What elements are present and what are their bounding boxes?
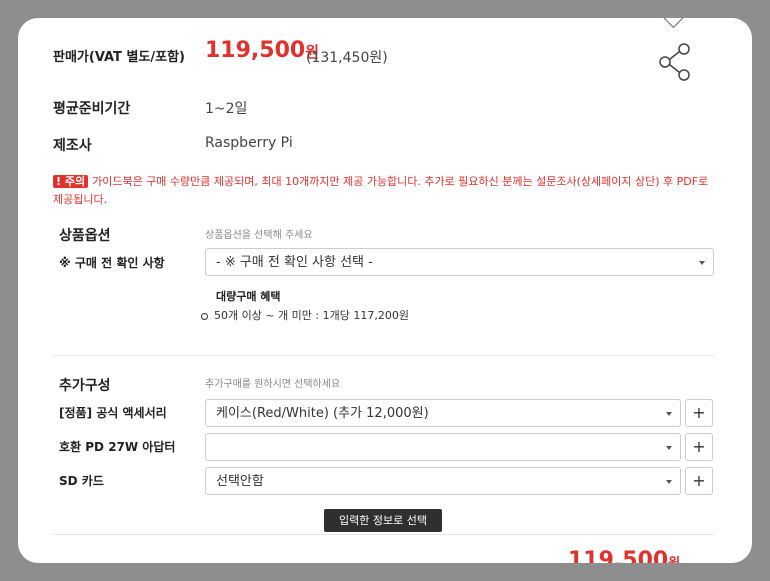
total-price-amount: 119,500 xyxy=(568,548,669,563)
price-label: 판매가(VAT 별도/포함) xyxy=(53,50,185,65)
dropdown-arrow-icon xyxy=(666,446,672,450)
maker-value: Raspberry Pi xyxy=(205,135,293,151)
bulk-title: 대량구매 혜택 xyxy=(216,290,281,303)
sd-card-select[interactable]: 선택안함 xyxy=(205,467,681,495)
options-row-label: ※ 구매 전 확인 사항 xyxy=(59,256,165,270)
price-main: 119,500원 xyxy=(205,38,319,63)
add-sd-card-button[interactable]: + xyxy=(685,467,713,495)
purchase-check-select-value: - ※ 구매 전 확인 사항 선택 - xyxy=(216,255,373,270)
extra-row-label-sd: SD 카드 xyxy=(59,474,104,488)
add-adapter-button[interactable]: + xyxy=(685,433,713,461)
extra-row-label-accessory: [정품] 공식 액세서리 xyxy=(59,406,167,420)
purchase-check-select[interactable]: - ※ 구매 전 확인 사항 선택 - xyxy=(205,248,714,276)
options-hint: 상품옵션을 선택해 주세요 xyxy=(205,230,313,241)
extras-hint: 추가구매를 원하시면 선택하세요 xyxy=(205,379,341,390)
price-amount: 119,500 xyxy=(205,38,306,63)
notice-body: 가이드북은 구매 수량만큼 제공되며, 최대 10개까지만 제공 가능합니다. … xyxy=(53,175,709,206)
extras-title: 추가구성 xyxy=(59,378,111,394)
maker-label: 제조사 xyxy=(53,138,92,154)
total-price: 119,500원 xyxy=(568,548,680,563)
accessory-select-value: 케이스(Red/White) (추가 12,000원) xyxy=(216,406,429,421)
options-title: 상품옵션 xyxy=(59,228,111,244)
prep-value: 1~2일 xyxy=(205,101,248,117)
add-accessory-button[interactable]: + xyxy=(685,399,713,427)
dropdown-arrow-icon xyxy=(666,412,672,416)
notice-text: ! 주의 가이드북은 구매 수량만큼 제공되며, 최대 10개까지만 제공 가능합… xyxy=(53,173,713,209)
divider xyxy=(53,355,714,356)
apply-selection-button[interactable]: 입력한 정보로 선택 xyxy=(324,509,442,532)
dropdown-arrow-icon xyxy=(666,480,672,484)
prep-label: 평균준비기간 xyxy=(53,101,131,117)
notice-tag: ! 주의 xyxy=(53,175,89,188)
dropdown-arrow-icon xyxy=(699,261,705,265)
chevron-down-icon[interactable] xyxy=(662,18,685,29)
sd-card-select-value: 선택안함 xyxy=(216,474,264,489)
total-price-unit: 원 xyxy=(668,556,680,563)
product-detail-card: 판매가(VAT 별도/포함) 119,500원 (131,450원) 평균준비기… xyxy=(18,18,752,563)
extra-row-label-adapter: 호환 PD 27W 아답터 xyxy=(59,440,176,454)
divider xyxy=(53,534,714,535)
bullet-icon xyxy=(201,312,208,320)
bulk-item: 50개 이상 ~ 개 미만 : 1개당 117,200원 xyxy=(201,307,409,323)
bulk-item-text: 50개 이상 ~ 개 미만 : 1개당 117,200원 xyxy=(214,309,409,322)
share-icon[interactable] xyxy=(658,43,694,81)
accessory-select[interactable]: 케이스(Red/White) (추가 12,000원) xyxy=(205,399,681,427)
price-vat: (131,450원) xyxy=(306,50,388,66)
adapter-select[interactable] xyxy=(205,433,681,461)
